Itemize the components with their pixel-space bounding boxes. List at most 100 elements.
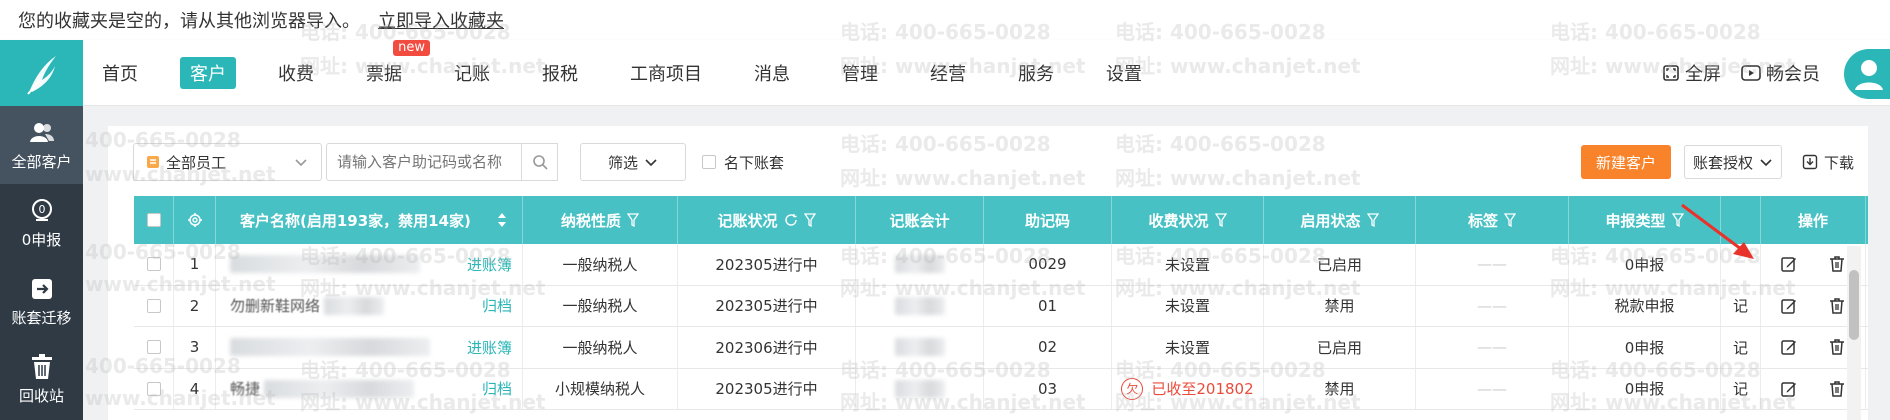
table-header: 客户名称(启用193家，禁用14家) 纳税性质 记账状况 记账会计 助记码 收费…	[134, 196, 1868, 244]
row-index: 1	[174, 244, 216, 285]
row-checkbox[interactable]	[146, 298, 161, 313]
nav-item-clients[interactable]: 客户	[180, 57, 236, 89]
zero-report-icon: 0	[30, 197, 54, 225]
nav-item-bills[interactable]: 票据 new	[356, 40, 430, 89]
fee-status-text: 已收至201802	[1151, 380, 1254, 399]
mnemonic-cell: 02	[984, 327, 1112, 368]
nav-right-tools: 全屏 畅会员	[1662, 40, 1820, 106]
th-bookkeeping-status: 记账状况	[678, 196, 856, 244]
migrate-icon	[30, 275, 54, 303]
nav-item-messages[interactable]: 消息	[744, 57, 800, 89]
accountant-cell	[856, 285, 984, 326]
table-row[interactable]: 2 勿删新鞋网络 归档 一般纳税人 202305进行中 01 未设置 禁用 ——…	[134, 285, 1868, 327]
archive-link[interactable]: 归档	[482, 378, 512, 399]
filter-button[interactable]: 筛选	[580, 143, 686, 181]
vip-button[interactable]: 畅会员	[1741, 60, 1820, 86]
th-actions: 操作	[1761, 196, 1866, 244]
table-scrollbar[interactable]	[1847, 246, 1861, 420]
filter-icon[interactable]	[627, 213, 639, 227]
row-checkbox[interactable]	[146, 257, 161, 272]
extra-cell	[1721, 244, 1761, 285]
app-logo[interactable]	[0, 40, 83, 106]
edit-icon[interactable]	[1780, 297, 1798, 315]
delete-icon[interactable]	[1828, 255, 1846, 273]
th-accountant: 记账会计	[856, 196, 984, 244]
client-table: 客户名称(启用193家，禁用14家) 纳税性质 记账状况 记账会计 助记码 收费…	[134, 196, 1868, 410]
sidebar-item-zero-report[interactable]: 0 0申报	[0, 184, 83, 262]
tax-type-cell: 一般纳税人	[523, 244, 678, 285]
enabled-status-cell: 禁用	[1264, 368, 1416, 409]
nav-item-business[interactable]: 工商项目	[620, 57, 712, 89]
nav-item-fees[interactable]: 收费	[268, 57, 324, 89]
employee-list-icon	[147, 156, 159, 168]
nav-item-operation[interactable]: 经营	[920, 57, 976, 89]
bookmark-empty-message: 您的收藏夹是空的，请从其他浏览器导入。	[18, 11, 360, 32]
filter-label: 筛选	[607, 153, 638, 172]
filter-icon[interactable]	[1504, 213, 1516, 227]
open-ledger-link[interactable]: 进账簿	[467, 337, 512, 358]
sort-icon[interactable]	[496, 211, 508, 229]
row-checkbox[interactable]	[146, 340, 161, 355]
filter-icon[interactable]	[1671, 213, 1684, 227]
sidebar-item-recycle[interactable]: 回收站	[0, 340, 83, 418]
search-button[interactable]	[522, 143, 558, 181]
delete-icon[interactable]	[1828, 338, 1846, 356]
archive-link[interactable]: 归档	[482, 295, 512, 316]
mnemonic-cell: 03	[984, 368, 1112, 409]
sidebar-item-all-clients[interactable]: 全部客户	[0, 106, 83, 184]
employee-select[interactable]: 全部员工	[133, 143, 322, 181]
sidebar-item-migrate[interactable]: 账套迁移	[0, 262, 83, 340]
avatar[interactable]	[1844, 49, 1890, 99]
table-row[interactable]: 1 进账簿 一般纳税人 202305进行中 0029 未设置 已启用 —— 0申…	[134, 244, 1868, 286]
nav-item-bills-label: 票据	[366, 64, 402, 85]
th-fee-status: 收费状况	[1112, 196, 1264, 244]
fullscreen-button[interactable]: 全屏	[1662, 60, 1721, 86]
download-button[interactable]: 下载	[1802, 145, 1854, 179]
new-client-button[interactable]: 新建客户	[1581, 145, 1671, 179]
th-report-type: 申报类型	[1569, 196, 1721, 244]
column-settings-cell[interactable]	[174, 196, 216, 244]
filter-icon[interactable]	[1366, 213, 1379, 227]
filter-icon[interactable]	[803, 213, 816, 227]
nav-item-service[interactable]: 服务	[1008, 57, 1064, 89]
search-input[interactable]	[326, 143, 522, 181]
edit-icon[interactable]	[1780, 338, 1798, 356]
delete-icon[interactable]	[1828, 380, 1846, 398]
nav-item-settings[interactable]: 设置	[1096, 57, 1152, 89]
chevron-down-icon	[295, 159, 307, 167]
play-icon	[1741, 65, 1761, 81]
bookkeeping-status-cell: 202305进行中	[678, 285, 856, 326]
redacted-client-name	[230, 338, 430, 357]
table-row[interactable]: 3 进账簿 一般纳税人 202306进行中 02 未设置 已启用 —— 0申报 …	[134, 327, 1868, 369]
row-checkbox-cell	[134, 368, 174, 409]
select-all-checkbox[interactable]	[146, 213, 161, 227]
edit-icon[interactable]	[1780, 380, 1798, 398]
filter-icon[interactable]	[1214, 213, 1227, 227]
sidebar-item-label: 账套迁移	[11, 308, 72, 327]
nav-item-bookkeeping[interactable]: 记账	[444, 57, 500, 89]
user-avatar-icon	[1855, 60, 1883, 90]
nav-item-manage[interactable]: 管理	[832, 57, 888, 89]
delete-icon[interactable]	[1828, 297, 1846, 315]
th-mnemonic: 助记码	[984, 196, 1112, 244]
my-accounts-checkbox[interactable]: 名下账套	[702, 152, 784, 173]
table-row[interactable]: 4 畅捷 归档 小规模纳税人 202305进行中 03 欠 已收至201802 …	[134, 368, 1868, 410]
bookmark-bar: 您的收藏夹是空的，请从其他浏览器导入。 立即导入收藏夹	[0, 0, 1890, 40]
checkbox[interactable]	[702, 155, 716, 169]
nav-item-tax[interactable]: 报税	[532, 57, 588, 89]
row-checkbox[interactable]	[146, 381, 161, 396]
edit-icon[interactable]	[1780, 255, 1798, 273]
import-bookmarks-link[interactable]: 立即导入收藏夹	[378, 7, 504, 33]
account-auth-button[interactable]: 账套授权	[1684, 145, 1782, 179]
client-name-cell: 进账簿	[216, 327, 523, 368]
scrollbar-thumb[interactable]	[1849, 270, 1859, 340]
nav-item-home[interactable]: 首页	[92, 57, 148, 89]
extra-cell: 记	[1721, 368, 1761, 409]
tag-cell: ——	[1416, 327, 1569, 368]
tax-type-cell: 小规模纳税人	[523, 368, 678, 409]
open-ledger-link[interactable]: 进账簿	[467, 254, 512, 275]
bookkeeping-status-cell: 202305进行中	[678, 244, 856, 285]
refresh-icon[interactable]	[784, 213, 798, 227]
accountant-cell	[856, 244, 984, 285]
redacted-client-name	[324, 296, 385, 315]
